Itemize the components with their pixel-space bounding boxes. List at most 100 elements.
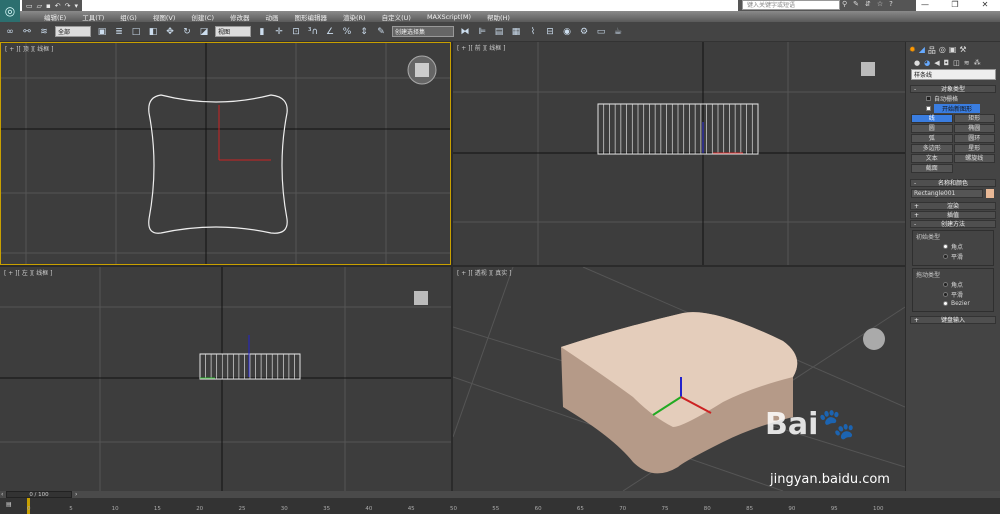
viewport-perspective[interactable]: [ + ][ 透视 ][ 真实 ] — [453, 267, 905, 491]
menu-help[interactable]: 帮助(H) — [479, 12, 518, 22]
motion-tab-icon[interactable]: ◎ — [939, 45, 946, 56]
viewport-label[interactable]: [ + ][ 前 ][ 线框 ] — [457, 43, 506, 52]
section-button[interactable]: 截面 — [911, 164, 953, 173]
track-bar[interactable]: ▤ 0 5 10 15 20 25 30 35 40 45 50 55 60 65 70 75 80 85 90 95… — [0, 498, 1000, 514]
star-icon[interactable]: ☆ — [877, 0, 883, 8]
rendered-frame-icon[interactable]: ▭ — [595, 26, 607, 38]
drag-smooth-radio[interactable] — [943, 292, 948, 297]
select-by-name-icon[interactable]: ≣ — [113, 26, 125, 38]
viewport-label[interactable]: [ + ][ 透视 ][ 真实 ] — [457, 268, 512, 277]
object-color-swatch[interactable] — [986, 189, 994, 198]
undo-icon[interactable]: ↶ — [55, 2, 61, 10]
cameras-icon[interactable]: ◘ — [944, 59, 950, 67]
named-selection-dropdown[interactable]: 创建选择集 — [392, 26, 454, 37]
next-frame-icon[interactable]: › — [75, 491, 77, 498]
reference-coord-dropdown[interactable]: 视图 — [215, 26, 251, 37]
wrench-icon[interactable]: ✎ — [853, 0, 859, 8]
customize-dropdown-icon[interactable]: ▾ — [75, 2, 79, 10]
viewport-label[interactable]: [ + ][ 左 ][ 线框 ] — [4, 268, 53, 277]
link-icon[interactable]: ∞ — [4, 26, 16, 38]
minimize-button[interactable]: — — [910, 0, 940, 9]
material-editor-icon[interactable]: ◉ — [561, 26, 573, 38]
viewport-front[interactable]: [ + ][ 前 ][ 线框 ] — [453, 42, 905, 265]
menu-rendering[interactable]: 渲染(R) — [335, 12, 374, 22]
menu-create[interactable]: 创建(C) — [183, 12, 222, 22]
helpers-icon[interactable]: ◫ — [953, 59, 960, 67]
help-icon[interactable]: ? — [889, 0, 893, 8]
drag-corner-radio[interactable] — [943, 282, 948, 287]
render-production-icon[interactable]: ☕ — [612, 26, 624, 38]
scene-explorer-icon[interactable]: ▦ — [510, 26, 522, 38]
arc-button[interactable]: 弧 — [911, 134, 953, 143]
rendering-rollout[interactable]: + 渲染 — [910, 202, 996, 210]
time-slider-thumb[interactable]: 0 / 100 — [6, 491, 72, 498]
keyboard-shortcut-icon[interactable]: ⊡ — [290, 26, 302, 38]
binoculars-icon[interactable]: ⚲ — [842, 0, 847, 8]
initial-corner-radio[interactable] — [943, 244, 948, 249]
rect-selection-icon[interactable]: □ — [130, 26, 142, 38]
interpolation-rollout[interactable]: + 插值 — [910, 211, 996, 219]
rectangle-button[interactable]: 矩形 — [953, 114, 995, 123]
pivot-center-icon[interactable]: ▮ — [256, 26, 268, 38]
line-button[interactable]: 线 — [911, 114, 953, 123]
initial-smooth-radio[interactable] — [943, 254, 948, 259]
star-button[interactable]: 星形 — [953, 144, 995, 153]
utilities-tab-icon[interactable]: ⚒ — [959, 45, 966, 56]
rotate-icon[interactable]: ↻ — [181, 26, 193, 38]
menu-group[interactable]: 组(G) — [112, 12, 145, 22]
display-tab-icon[interactable]: ▣ — [949, 45, 957, 56]
prev-frame-icon[interactable]: ‹ — [1, 491, 3, 498]
curve-editor-icon[interactable]: ⌇ — [527, 26, 539, 38]
save-icon[interactable]: ▪ — [46, 2, 51, 10]
menu-animation[interactable]: 动画 — [258, 12, 287, 22]
drag-bezier-radio[interactable] — [943, 301, 948, 306]
maximize-button[interactable]: ❐ — [940, 0, 970, 9]
menu-graph-editors[interactable]: 图形编辑器 — [287, 12, 336, 22]
menu-edit[interactable]: 编辑(E) — [36, 12, 74, 22]
text-button[interactable]: 文本 — [911, 154, 953, 163]
menu-maxscript[interactable]: MAXScript(M) — [419, 13, 479, 21]
spacewarps-icon[interactable]: ≋ — [964, 59, 970, 67]
redo-icon[interactable]: ↷ — [65, 2, 71, 10]
percent-snap-icon[interactable]: % — [341, 26, 353, 38]
window-crossing-icon[interactable]: ◧ — [147, 26, 159, 38]
keyboard-entry-rollout[interactable]: + 键盘输入 — [910, 316, 996, 324]
name-color-rollout[interactable]: - 名称和颜色 — [910, 179, 996, 187]
bind-space-warp-icon[interactable]: ≋ — [38, 26, 50, 38]
hierarchy-tab-icon[interactable]: 品 — [928, 45, 936, 56]
move-icon[interactable]: ✥ — [164, 26, 176, 38]
align-icon[interactable]: ⊫ — [476, 26, 488, 38]
schematic-view-icon[interactable]: ⊟ — [544, 26, 556, 38]
viewport-left[interactable]: [ + ][ 左 ][ 线框 ] — [0, 267, 451, 491]
menu-customize[interactable]: 自定义(U) — [374, 12, 419, 22]
viewport-top[interactable]: [ + ][ 顶 ][ 线框 ] — [0, 42, 451, 265]
lights-icon[interactable]: ◀ — [934, 59, 939, 67]
unlink-icon[interactable]: ⚯ — [21, 26, 33, 38]
exchange-icon[interactable]: ⇵ — [865, 0, 871, 8]
ngon-button[interactable]: 多边形 — [911, 144, 953, 153]
snap-toggle-icon[interactable]: ³∩ — [307, 26, 319, 38]
menu-modifiers[interactable]: 修改器 — [222, 12, 258, 22]
category-dropdown[interactable]: 样条线 — [911, 69, 996, 80]
menu-views[interactable]: 视图(V) — [145, 12, 184, 22]
new-file-icon[interactable]: ▭ — [26, 2, 33, 10]
edit-named-selection-icon[interactable]: ✎ — [375, 26, 387, 38]
close-button[interactable]: ✕ — [970, 0, 1000, 9]
manipulate-icon[interactable]: ✛ — [273, 26, 285, 38]
selection-filter-dropdown[interactable]: 全部 — [55, 26, 91, 37]
render-setup-icon[interactable]: ⚙ — [578, 26, 590, 38]
helix-button[interactable]: 螺旋线 — [953, 154, 995, 163]
auto-grid-checkbox[interactable] — [926, 96, 931, 101]
angle-snap-icon[interactable]: ∠ — [324, 26, 336, 38]
ellipse-button[interactable]: 椭圆 — [953, 124, 995, 133]
object-name-input[interactable]: Rectangle001 — [911, 189, 983, 198]
modify-tab-icon[interactable]: ◢ — [919, 45, 925, 56]
start-new-shape-checkbox[interactable] — [926, 106, 931, 111]
open-file-icon[interactable]: ▱ — [37, 2, 42, 10]
mini-curve-editor-icon[interactable]: ▤ — [6, 501, 12, 508]
time-slider[interactable]: ‹ 0 / 100 › — [0, 491, 1000, 498]
object-type-rollout[interactable]: - 对象类型 — [910, 85, 996, 93]
spinner-snap-icon[interactable]: ⇕ — [358, 26, 370, 38]
app-logo-button[interactable]: ◎ — [0, 0, 20, 22]
menu-tools[interactable]: 工具(T) — [74, 12, 112, 22]
